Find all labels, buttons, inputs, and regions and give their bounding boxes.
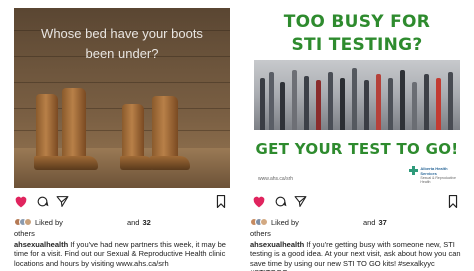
headline-line-2: STI TESTING?: [291, 35, 423, 55]
post-caption: ahsexualhealth If you're getting busy wi…: [250, 240, 464, 271]
crowd-photo: [254, 60, 460, 130]
image-overlay-text: Whose bed have your boots been under?: [41, 26, 203, 61]
comment-icon[interactable]: [36, 195, 49, 208]
heart-icon[interactable]: [252, 195, 266, 208]
post-image[interactable]: Whose bed have your boots been under?: [14, 8, 230, 188]
caption-username[interactable]: ahsexualhealth: [14, 240, 68, 249]
likes-count: 37: [378, 217, 387, 227]
liked-by-label: Liked by: [35, 217, 63, 227]
action-bar: [14, 191, 230, 213]
liked-by-label: Liked by: [271, 217, 299, 227]
headline-cta: GET YOUR TEST TO GO!: [255, 140, 459, 158]
likes-count: 32: [142, 217, 151, 227]
liker-avatars: [14, 218, 32, 226]
bookmark-icon[interactable]: [448, 195, 458, 208]
ad-url: www.ahs.ca/srh: [258, 176, 294, 182]
post-image[interactable]: TOO BUSY FOR STI TESTING? GET YOUR TEST …: [250, 8, 464, 188]
likes-others: others: [14, 229, 35, 238]
bookmark-icon[interactable]: [216, 195, 226, 208]
ahs-cross-icon: [409, 166, 419, 175]
liked-and: and: [362, 217, 376, 227]
comment-icon[interactable]: [274, 195, 287, 208]
caption-username[interactable]: ahsexualhealth: [250, 240, 304, 249]
headline-line-1: TOO BUSY FOR: [283, 12, 431, 32]
liked-and: and: [126, 217, 140, 227]
ahs-logo: Alberta Health Services Sexual & Reprodu…: [409, 166, 456, 184]
share-icon[interactable]: [294, 195, 307, 208]
share-icon[interactable]: [56, 195, 69, 208]
post-sti-testing: TOO BUSY FOR STI TESTING? GET YOUR TEST …: [250, 8, 464, 271]
likes-others: others: [250, 229, 271, 238]
action-bar: [250, 191, 464, 213]
heart-icon[interactable]: [14, 195, 28, 208]
liker-avatars: [250, 218, 268, 226]
post-caption: ahsexualhealth If you've had new partner…: [14, 240, 230, 269]
post-boots: Whose bed have your boots been under? Li…: [14, 8, 230, 270]
